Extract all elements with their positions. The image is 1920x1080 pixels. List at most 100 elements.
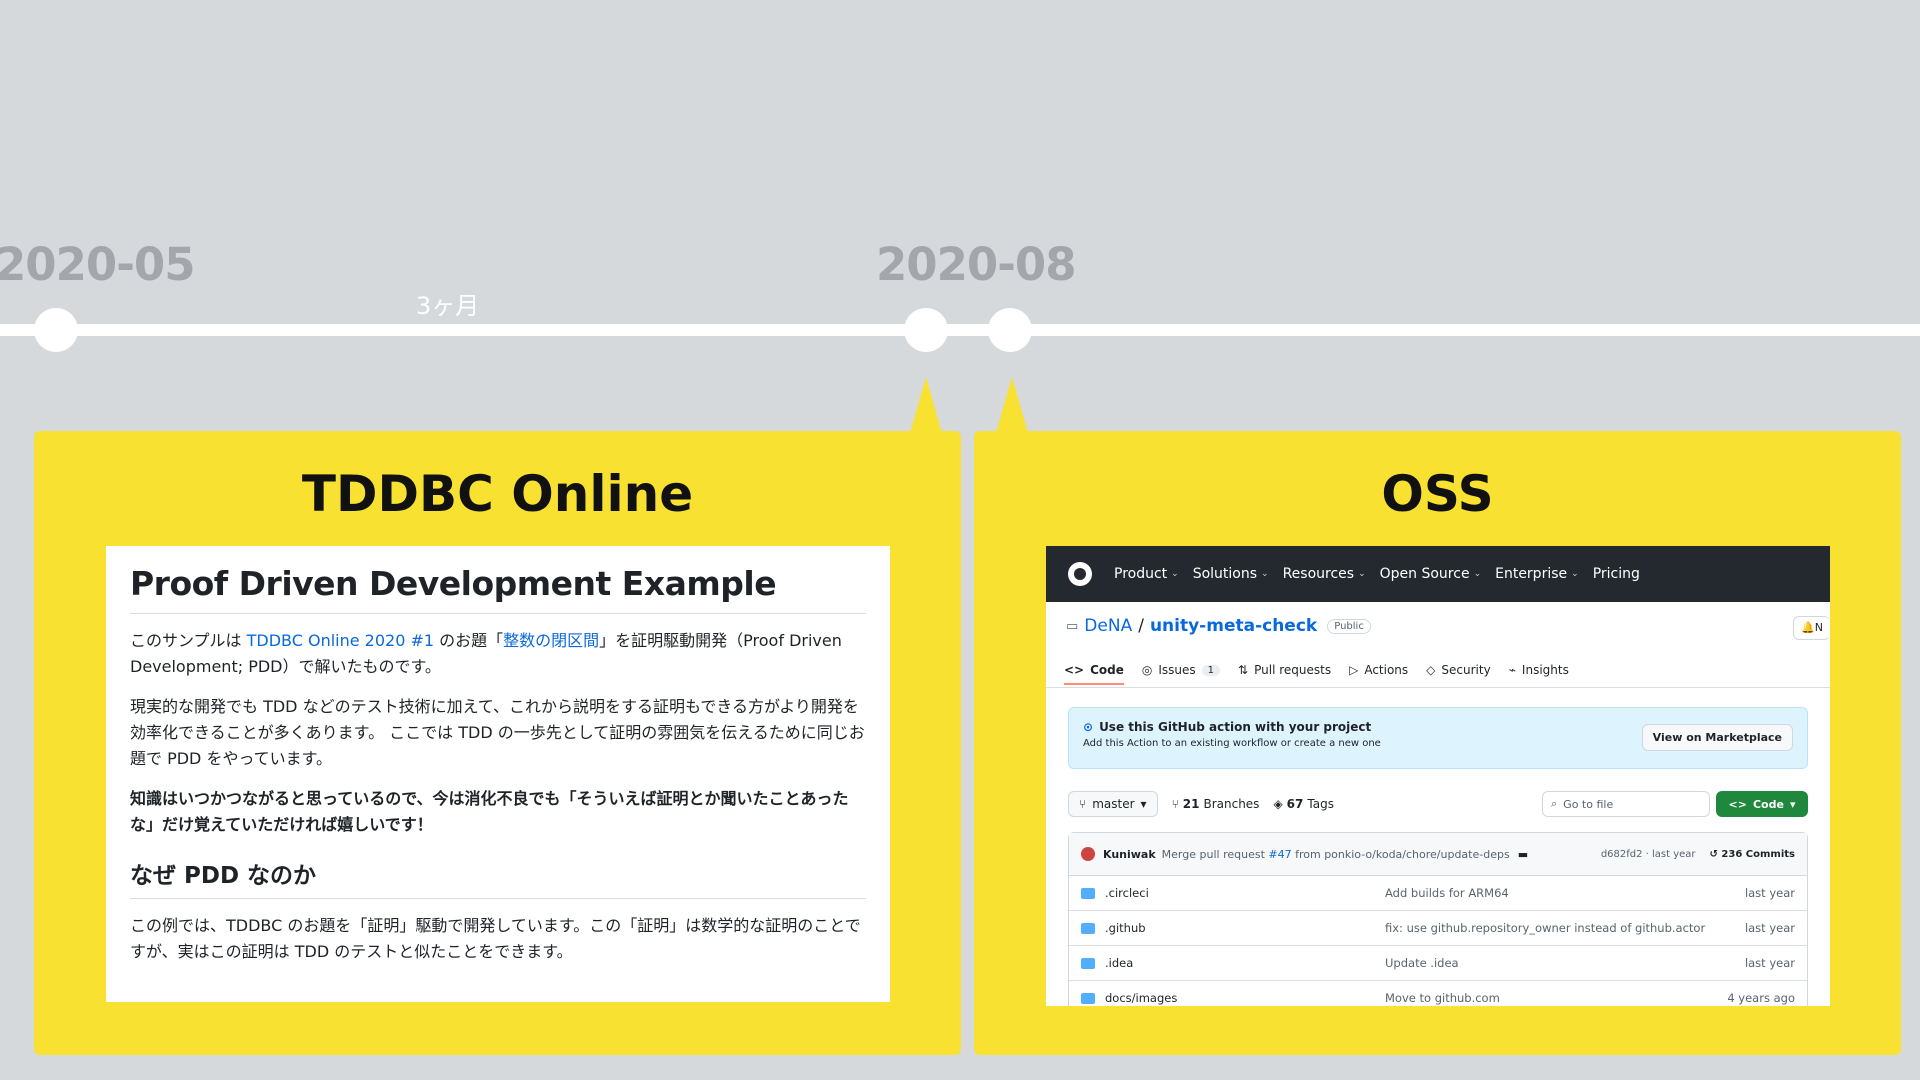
branches-label: Branches [1203, 797, 1260, 811]
timeline-date-start: 2020-05 [0, 238, 196, 291]
graph-icon: ⌁ [1508, 663, 1516, 677]
tab-actions[interactable]: ▷ Actions [1349, 657, 1408, 683]
commit-sha-time[interactable]: d682fd2 · last year [1601, 849, 1696, 860]
file-row[interactable]: .github fix: use github.repository_owner… [1069, 911, 1807, 946]
bell-icon: 🔔 [1801, 621, 1815, 634]
github-logo-icon[interactable] [1068, 562, 1092, 586]
github-screenshot: Product ⌄ Solutions ⌄ Resources ⌄ Open Sour… [1046, 546, 1830, 1006]
action-banner: ⊙ Use this GitHub action with your projec… [1068, 707, 1808, 769]
tab-security[interactable]: ◇ Security [1426, 657, 1491, 683]
nav-label: Solutions [1192, 566, 1258, 582]
go-to-file-placeholder: Go to file [1563, 797, 1614, 811]
timeline-duration-label: 3ヶ月 [416, 292, 480, 320]
doc-paragraph-bold: 知識はいつかつながると思っているので、今は消化不良でも「そういえば証明とか聞いた… [130, 789, 849, 834]
file-name[interactable]: docs/images [1105, 991, 1385, 1005]
branch-icon: ⑂ [1171, 797, 1179, 811]
commits-link[interactable]: ↺ 236 Commits [1710, 849, 1795, 860]
file-commit-message[interactable]: Add builds for ARM64 [1385, 886, 1745, 900]
tab-code[interactable]: <> Code [1064, 657, 1124, 685]
issues-count: 1 [1201, 664, 1221, 676]
tab-issues[interactable]: ◎ Issues 1 [1142, 657, 1221, 683]
code-icon: <> [1064, 663, 1085, 677]
file-name[interactable]: .github [1105, 921, 1385, 935]
tab-insights[interactable]: ⌁ Insights [1509, 657, 1569, 683]
view-on-marketplace-button[interactable]: View on Marketplace [1641, 724, 1793, 751]
code-icon: <> [1728, 797, 1747, 811]
tabs-divider [1046, 687, 1830, 688]
code-button[interactable]: <> Code ▾ [1716, 791, 1808, 817]
shield-icon: ◇ [1426, 663, 1436, 677]
branches-link[interactable]: ⑂ 21 Branches [1172, 797, 1260, 811]
caret-down-icon: ▾ [1140, 797, 1147, 811]
history-icon: ↺ [1709, 848, 1718, 860]
file-time: 4 years ago [1727, 991, 1795, 1005]
tag-icon: ◈ [1273, 797, 1283, 811]
avatar[interactable] [1081, 847, 1095, 861]
file-row[interactable]: .idea Update .idea last year [1069, 946, 1807, 981]
notifications-button[interactable]: 🔔N [1793, 616, 1830, 640]
timeline-dot-oss [988, 308, 1032, 352]
github-header: Product ⌄ Solutions ⌄ Resources ⌄ Open Sour… [1046, 546, 1830, 602]
repo-separator: / [1138, 616, 1144, 636]
doc-heading: Proof Driven Development Example [130, 564, 866, 614]
go-to-file-input[interactable]: ⌕ Go to file [1542, 791, 1710, 817]
commit-text: Merge pull request [1161, 847, 1269, 861]
ellipsis-icon[interactable]: ▬ [1518, 848, 1528, 861]
nav-pricing[interactable]: Pricing [1593, 566, 1640, 582]
folder-icon [1081, 887, 1095, 899]
timeline-dot-start [34, 308, 78, 352]
branch-select[interactable]: ⑂ master ▾ [1068, 791, 1158, 817]
card-pointer [996, 377, 1028, 433]
tddbc-link[interactable]: TDDBC Online 2020 #1 [247, 631, 434, 650]
closed-interval-link[interactable]: 整数の閉区間 [503, 631, 599, 650]
file-commit-message[interactable]: Update .idea [1385, 956, 1745, 970]
tab-pull-requests[interactable]: ⇅ Pull requests [1238, 657, 1331, 683]
pr-link[interactable]: #47 [1268, 848, 1291, 861]
folder-icon [1081, 922, 1095, 934]
repo-icon: ▭ [1066, 618, 1079, 634]
commits-label: 236 Commits [1721, 848, 1795, 860]
timeline-date-end: 2020-08 [876, 238, 1077, 291]
file-commit-message[interactable]: fix: use github.repository_owner instead… [1385, 921, 1745, 935]
timeline-line [0, 324, 1920, 336]
file-row[interactable]: docs/images Move to github.com 4 years a… [1069, 981, 1807, 1006]
code-button-label: Code [1752, 797, 1784, 811]
repo-title: ▭ DeNA / unity-meta-check Public [1066, 616, 1371, 636]
repo-name-link[interactable]: unity-meta-check [1150, 616, 1317, 636]
commit-message: Merge pull request #47 from ponkio-o/kod… [1162, 848, 1510, 861]
nav-product[interactable]: Product ⌄ [1114, 566, 1179, 582]
card-title: OSS [1381, 465, 1494, 523]
nav-label: Product [1114, 566, 1168, 582]
card-tddbc: TDDBC Online Proof Driven Development Ex… [34, 377, 961, 1055]
nav-open-source[interactable]: Open Source ⌄ [1380, 566, 1481, 582]
file-name[interactable]: .idea [1105, 956, 1385, 970]
file-time: last year [1744, 886, 1795, 900]
doc-text: のお題「 [434, 631, 504, 650]
chevron-down-icon: ⌄ [1261, 569, 1269, 579]
chevron-down-icon: ⌄ [1571, 569, 1579, 579]
branch-name: master [1092, 797, 1135, 811]
nav-enterprise[interactable]: Enterprise ⌄ [1495, 566, 1579, 582]
doc-subheading: なぜ PDD なのか [130, 856, 866, 899]
repo-owner-link[interactable]: DeNA [1084, 616, 1132, 636]
doc-paragraph-4: この例では、TDDBC のお題を「証明」駆動で開発しています。この「証明」は数学… [130, 916, 861, 961]
branch-icon: ⑂ [1079, 797, 1087, 811]
nav-label: Open Source [1379, 566, 1470, 582]
nav-solutions[interactable]: Solutions ⌄ [1193, 566, 1269, 582]
nav-resources[interactable]: Resources ⌄ [1283, 566, 1366, 582]
tab-label: Issues [1158, 663, 1196, 677]
tags-label: Tags [1307, 797, 1334, 811]
file-name[interactable]: .circleci [1105, 886, 1385, 900]
commit-author[interactable]: Kuniwak [1103, 848, 1156, 861]
file-commit-message[interactable]: Move to github.com [1385, 991, 1727, 1005]
card-pointer [910, 377, 942, 433]
card-oss: OSS Product ⌄ Solutions ⌄ Resources ⌄ Open … [974, 377, 1901, 1055]
file-row[interactable]: .circleci Add builds for ARM64 last year [1069, 876, 1807, 911]
tags-link[interactable]: ◈ 67 Tags [1273, 797, 1334, 811]
chevron-down-icon: ⌄ [1473, 569, 1482, 579]
tab-label: Security [1441, 663, 1491, 677]
chevron-down-icon: ⌄ [1358, 569, 1366, 579]
banner-title: Use this GitHub action with your project [1099, 720, 1372, 734]
timeline-dot-tddbc [904, 308, 948, 352]
chevron-down-icon: ⌄ [1171, 569, 1179, 579]
